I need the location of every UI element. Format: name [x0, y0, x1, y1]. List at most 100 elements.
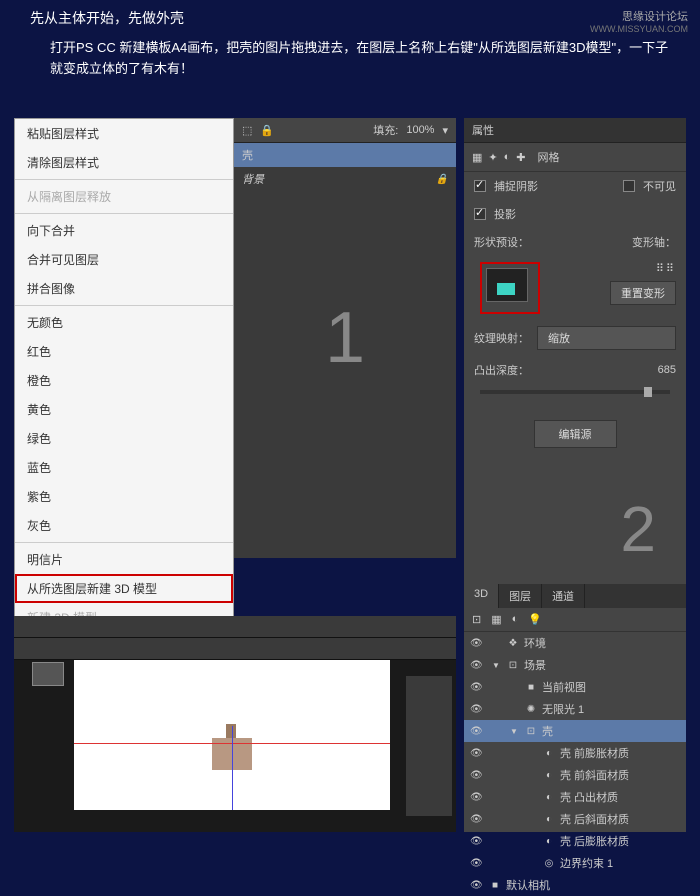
eye-icon[interactable]: 👁 [470, 682, 484, 693]
context-menu: 粘贴图层样式 清除图层样式 从隔离图层释放 向下合并 合并可见图层 拼合图像 无… [14, 118, 234, 633]
eye-icon[interactable]: 👁 [470, 814, 484, 825]
3d-canvas[interactable] [74, 660, 390, 810]
expand-icon[interactable]: ▼ [510, 727, 520, 736]
tree-row[interactable]: 👁 ◎ 边界约束 1 [464, 852, 686, 874]
menu-postcard[interactable]: 明信片 [15, 545, 233, 574]
menu-flatten[interactable]: 拼合图像 [15, 274, 233, 303]
deform-axis-grid[interactable]: ⠿⠿ [656, 262, 676, 275]
item-icon: ◎ [542, 858, 556, 869]
eye-icon[interactable]: 👁 [470, 726, 484, 737]
tree-row-camera[interactable]: 👁 ■ 默认相机 [464, 874, 686, 896]
deform-icon[interactable]: ✦ [488, 151, 497, 164]
dropdown-icon[interactable]: ▾ [442, 124, 448, 137]
tree-label: 场景 [524, 657, 546, 673]
fill-value[interactable]: 100% [406, 124, 434, 136]
watermark-url: WWW.MISSYUAN.COM [590, 24, 688, 34]
navigator-thumb[interactable] [32, 662, 64, 686]
menu-paste-style[interactable]: 粘贴图层样式 [15, 119, 233, 148]
tree-label: 壳 [542, 723, 553, 739]
tree-row[interactable]: 👁 ◐ 壳 前膨胀材质 [464, 742, 686, 764]
item-icon: ■ [524, 682, 538, 693]
invisible-checkbox[interactable] [623, 180, 635, 192]
capture-shadow-checkbox[interactable] [474, 180, 486, 192]
tree-row[interactable]: 👁◐壳 凸出材质 [464, 786, 686, 808]
filter-mesh-icon[interactable]: ▦ [491, 613, 501, 626]
properties-icons: ▦ ✦ ◐ ✚ 网格 [464, 143, 686, 172]
eye-icon[interactable]: 👁 [470, 660, 484, 671]
tree-row[interactable]: 👁▼⊡场景 [464, 654, 686, 676]
tab-channels[interactable]: 通道 [542, 584, 585, 608]
menu-color-yellow[interactable]: 黄色 [15, 395, 233, 424]
cap-icon[interactable]: ◐ [504, 151, 511, 163]
eye-icon[interactable]: 👁 [470, 770, 484, 781]
layer-row-bg[interactable]: 背景 🔒 [234, 167, 456, 191]
eye-icon[interactable]: 👁 [470, 858, 484, 869]
item-icon: ❖ [506, 638, 520, 649]
tree-row[interactable]: 👁▼⊡壳 [464, 720, 686, 742]
tree-row[interactable]: 👁◐壳 后斜面材质 [464, 808, 686, 830]
shape-preset-thumb[interactable] [486, 268, 528, 302]
coord-icon[interactable]: ✚ [516, 151, 525, 164]
tree-row[interactable]: 👁✺无限光 1 [464, 698, 686, 720]
tree-label: 壳 前膨胀材质 [560, 745, 629, 761]
side-panels[interactable] [406, 676, 452, 816]
fill-label: 填充: [373, 122, 398, 138]
texture-map-select[interactable]: 缩放 [537, 326, 676, 350]
tree-label: 壳 后斜面材质 [560, 811, 629, 827]
filter-icons: ⊡ ▦ ◐ 💡 [464, 608, 686, 632]
filter-scene-icon[interactable]: ⊡ [472, 613, 481, 626]
eye-icon[interactable]: 👁 [470, 704, 484, 715]
ps-menubar[interactable] [14, 616, 456, 638]
edit-source-button[interactable]: 编辑源 [534, 420, 617, 448]
watermark-title: 思缘设计论坛 [590, 8, 688, 24]
camera-icon: ■ [488, 880, 502, 891]
layer-label: 背景 [242, 171, 264, 187]
panel-1: 粘贴图层样式 清除图层样式 从隔离图层释放 向下合并 合并可见图层 拼合图像 无… [14, 118, 456, 561]
mesh-icon[interactable]: ▦ [472, 151, 482, 164]
menu-color-none[interactable]: 无颜色 [15, 308, 233, 337]
shape-preset-label: 形状预设： [474, 234, 529, 250]
layer-row-shell[interactable]: 壳 [234, 143, 456, 167]
tab-3d[interactable]: 3D [464, 584, 499, 608]
menu-color-purple[interactable]: 紫色 [15, 482, 233, 511]
tree-label: 壳 前斜面材质 [560, 767, 629, 783]
menu-merge-visible[interactable]: 合并可见图层 [15, 245, 233, 274]
ps-toolbar[interactable] [14, 638, 456, 660]
tree-row[interactable]: 👁❖环境 [464, 632, 686, 654]
reset-deform-button[interactable]: 重置变形 [610, 281, 676, 305]
menu-color-blue[interactable]: 蓝色 [15, 453, 233, 482]
annotation-number-1: 1 [325, 297, 365, 379]
tree-row[interactable]: 👁 ■ 当前视图 [464, 676, 686, 698]
lock-icon[interactable]: 🔒 [260, 124, 274, 137]
eye-icon[interactable]: 👁 [470, 638, 484, 649]
eye-icon[interactable]: 👁 [470, 748, 484, 759]
lock-icon[interactable]: ⬚ [242, 124, 252, 137]
tree-label: 当前视图 [542, 679, 586, 695]
cast-shadow-label: 投影 [494, 206, 516, 222]
tree-row[interactable]: 👁◐壳 前斜面材质 [464, 764, 686, 786]
tree-row[interactable]: 👁◐壳 后膨胀材质 [464, 830, 686, 852]
menu-color-red[interactable]: 红色 [15, 337, 233, 366]
menu-merge-down[interactable]: 向下合并 [15, 216, 233, 245]
filter-material-icon[interactable]: ◐ [512, 613, 519, 626]
menu-color-gray[interactable]: 灰色 [15, 511, 233, 540]
eye-icon[interactable]: 👁 [470, 836, 484, 847]
tree-label: 边界约束 1 [560, 855, 613, 871]
menu-clear-style[interactable]: 清除图层样式 [15, 148, 233, 177]
menu-new-3d-from-layer[interactable]: 从所选图层新建 3D 模型 [15, 574, 233, 603]
tree-label: 默认相机 [506, 877, 550, 893]
tab-layers[interactable]: 图层 [499, 584, 542, 608]
properties-tab[interactable]: 属性 [464, 118, 686, 143]
eye-icon[interactable]: 👁 [470, 880, 484, 891]
cast-shadow-checkbox[interactable] [474, 208, 486, 220]
menu-color-orange[interactable]: 橙色 [15, 366, 233, 395]
item-icon: ◐ [542, 748, 556, 759]
extrude-slider[interactable] [480, 390, 670, 394]
extrude-depth-value[interactable]: 685 [658, 364, 676, 376]
eye-icon[interactable]: 👁 [470, 792, 484, 803]
tree-label: 壳 凸出材质 [560, 789, 618, 805]
filter-light-icon[interactable]: 💡 [528, 613, 542, 626]
workspace-panel: 3 [14, 616, 456, 832]
menu-color-green[interactable]: 绿色 [15, 424, 233, 453]
expand-icon[interactable]: ▼ [492, 661, 502, 670]
